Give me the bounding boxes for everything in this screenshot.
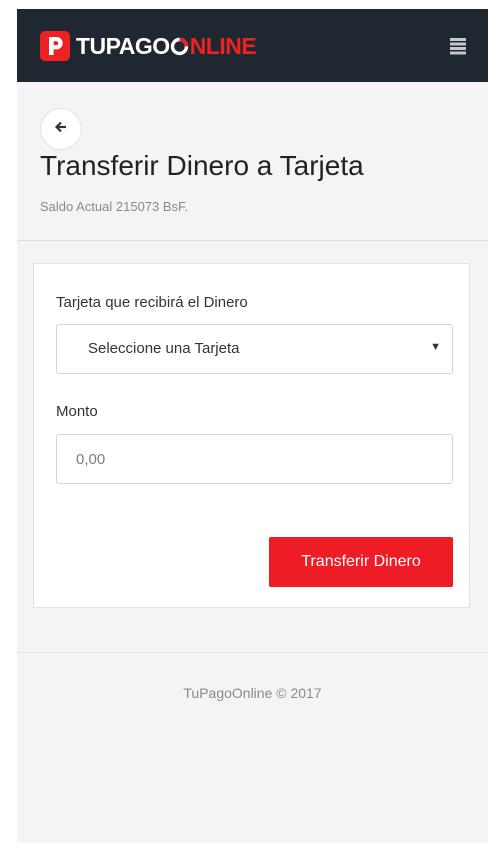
hamburger-menu-icon[interactable] bbox=[448, 36, 468, 56]
brand-logo[interactable]: TUPAGO NLINE bbox=[40, 31, 257, 61]
page-header: Transferir Dinero a Tarjeta Saldo Actual… bbox=[17, 82, 488, 241]
brand-wordmark-red: NLINE bbox=[189, 33, 257, 59]
amount-input[interactable] bbox=[56, 434, 453, 484]
transfer-form-card: Tarjeta que recibirá el Dinero Seleccion… bbox=[33, 263, 470, 608]
arrow-left-icon bbox=[54, 120, 67, 138]
top-navbar: TUPAGO NLINE bbox=[17, 9, 488, 82]
transfer-money-button[interactable]: Transferir Dinero bbox=[269, 537, 453, 587]
brand-wordmark-o-icon bbox=[170, 33, 190, 59]
app-screen: TUPAGO NLINE Transferir Dinero a Tarjeta … bbox=[17, 9, 488, 843]
brand-wordmark-white: TUPAGO bbox=[76, 33, 170, 59]
back-button[interactable] bbox=[40, 108, 82, 150]
p-badge-icon bbox=[40, 31, 70, 61]
card-select-value: Seleccione una Tarjeta bbox=[88, 340, 240, 357]
current-balance: Saldo Actual 215073 BsF. bbox=[40, 199, 189, 214]
card-select[interactable]: Seleccione una Tarjeta ▼ bbox=[56, 324, 453, 374]
footer-divider bbox=[17, 652, 488, 653]
amount-label: Monto bbox=[56, 403, 98, 420]
card-select-label: Tarjeta que recibirá el Dinero bbox=[56, 294, 248, 311]
page-title: Transferir Dinero a Tarjeta bbox=[40, 150, 364, 181]
caret-down-icon: ▼ bbox=[430, 341, 441, 353]
brand-wordmark: TUPAGO NLINE bbox=[76, 31, 257, 61]
footer-copyright: TuPagoOnline © 2017 bbox=[183, 685, 322, 701]
